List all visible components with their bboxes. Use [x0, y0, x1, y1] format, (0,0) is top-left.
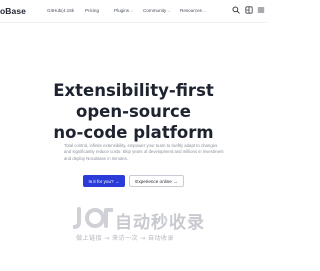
hero-title-line-3: no-code platform [53, 123, 214, 142]
watermark-logo-icon [72, 206, 114, 235]
chevron-down-icon: ⌵ [167, 9, 171, 13]
nav-community-label: Community [143, 8, 167, 13]
nav-resources-menu[interactable]: Resources⌵ [180, 8, 206, 13]
nav-github-link[interactable]: GitHub(4.15k [47, 8, 74, 13]
menu-icon[interactable] [256, 5, 266, 15]
nav-community-menu[interactable]: Community⌵ [143, 8, 170, 13]
is-it-for-you-button[interactable]: Is it for you? → [83, 175, 125, 187]
theme-toggle-icon[interactable] [244, 5, 254, 15]
site-logo[interactable]: oBase [0, 6, 26, 16]
nav-pricing-link[interactable]: Pricing [85, 8, 99, 13]
watermark-subtitle: 做上链接 → 来访一次 → 自动收录 [76, 235, 174, 242]
chevron-down-icon: ⌵ [202, 9, 206, 13]
nav-plugins-label: Plugins [114, 8, 130, 13]
hero-description: Total control, infinite extensibility, e… [64, 143, 224, 161]
hero-title: Extensibility-first open-source no-code … [0, 80, 267, 143]
chevron-down-icon: ⌵ [130, 9, 133, 13]
watermark-title: 自动秒收录 [115, 213, 205, 233]
hero-title-line-2: open-source [76, 102, 191, 121]
experience-online-button[interactable]: Experience online → [129, 175, 184, 187]
nav-plugins-menu[interactable]: Plugins⌵ [114, 8, 133, 13]
search-icon[interactable] [231, 5, 241, 15]
hero-title-line-1: Extensibility-first [53, 81, 214, 100]
top-navigation-bar: oBase GitHub(4.15k Pricing Plugins⌵ Comm… [0, 0, 267, 23]
nav-resources-label: Resources [180, 8, 202, 13]
